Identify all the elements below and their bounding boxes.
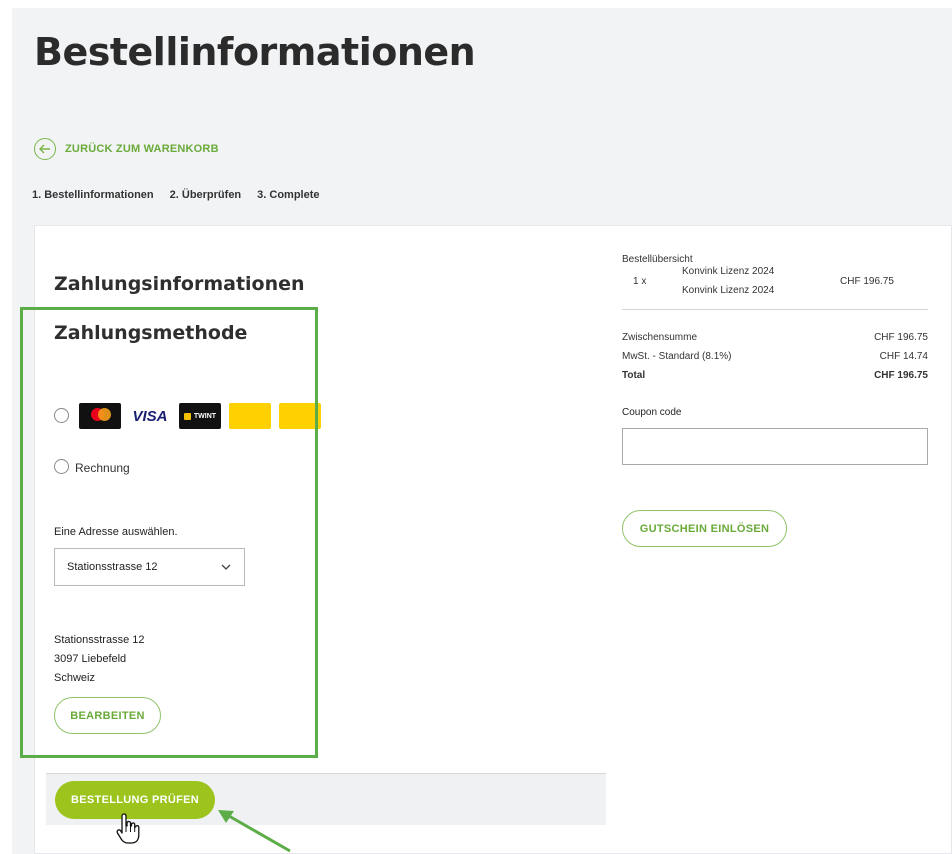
radio-card-payment[interactable]: [54, 408, 69, 423]
payment-info-heading: Zahlungsinformationen: [54, 273, 305, 295]
step-3: 3. Complete: [257, 189, 320, 201]
address-select-value: Stationsstrasse 12: [67, 561, 158, 573]
back-to-cart-label: ZURÜCK ZUM WARENKORB: [65, 143, 219, 155]
order-summary-title: Bestellübersicht: [622, 254, 693, 265]
subtotal-value: CHF 196.75: [874, 332, 928, 343]
address-street: Stationsstrasse 12: [54, 634, 145, 646]
summary-divider: [622, 309, 928, 310]
arrow-left-icon: [34, 138, 56, 160]
checkout-steps: 1. Bestellinformationen 2. Überprüfen 3.…: [32, 189, 320, 201]
payment-method-heading: Zahlungsmethode: [54, 322, 248, 344]
card-logos: VISA TWINT: [79, 403, 321, 429]
page-background: Bestellinformationen ZURÜCK ZUM WARENKOR…: [12, 8, 952, 854]
tax-value: CHF 14.74: [879, 351, 928, 362]
mastercard-logo: [79, 403, 121, 429]
edit-address-button[interactable]: BEARBEITEN: [54, 697, 161, 734]
chevron-down-icon: [221, 564, 231, 570]
visa-logo: VISA: [132, 407, 168, 425]
pointer-arrow-icon: [218, 810, 291, 853]
subtotal-label: Zwischensumme: [622, 332, 698, 343]
checkout-card: Zahlungsinformationen Zahlungsmethode VI…: [34, 225, 952, 854]
address-country: Schweiz: [54, 672, 95, 684]
tax-row: MwSt. - Standard (8.1%) CHF 14.74: [622, 351, 928, 362]
address-block: Stationsstrasse 12 3097 Liebefeld Schwei…: [54, 631, 145, 688]
page-title: Bestellinformationen: [34, 30, 476, 74]
total-value: CHF 196.75: [874, 370, 928, 381]
address-city: 3097 Liebefeld: [54, 653, 127, 665]
redeem-coupon-button[interactable]: GUTSCHEIN EINLÖSEN: [622, 510, 787, 547]
coupon-input[interactable]: [622, 428, 928, 465]
radio-invoice[interactable]: [54, 459, 69, 474]
item-quantity: 1 x: [633, 276, 647, 287]
subtotal-row: Zwischensumme CHF 196.75: [622, 332, 928, 343]
item-variant: Konvink Lizenz 2024: [682, 285, 775, 296]
address-select-label: Eine Adresse auswählen.: [54, 526, 178, 538]
postfinance-efinance-logo: [279, 403, 321, 429]
postfinance-card-logo: [229, 403, 271, 429]
back-to-cart-link[interactable]: ZURÜCK ZUM WARENKORB: [34, 138, 219, 160]
address-select[interactable]: Stationsstrasse 12: [54, 548, 245, 586]
total-row: Total CHF 196.75: [622, 370, 928, 381]
twint-logo: TWINT: [179, 403, 221, 429]
tax-label: MwSt. - Standard (8.1%): [622, 351, 732, 362]
invoice-label: Rechnung: [75, 461, 130, 475]
total-label: Total: [622, 370, 646, 381]
step-1: 1. Bestellinformationen: [32, 189, 154, 201]
hand-pointer-icon: [116, 813, 140, 844]
step-2: 2. Überprüfen: [169, 189, 242, 201]
item-price: CHF 196.75: [840, 276, 894, 287]
coupon-label: Coupon code: [622, 407, 682, 418]
item-name: Konvink Lizenz 2024: [682, 266, 775, 277]
